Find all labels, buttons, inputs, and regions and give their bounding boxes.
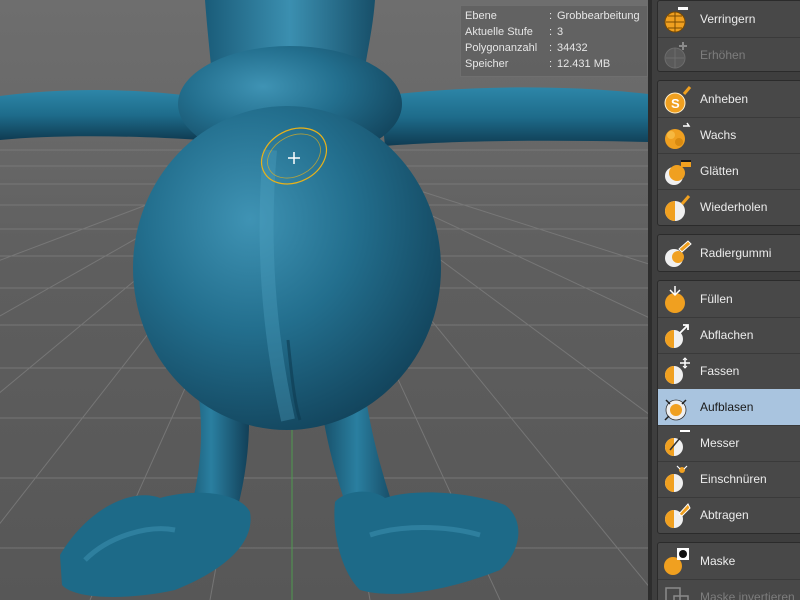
hud-separator: :	[549, 10, 553, 22]
tool-label: Maske invertieren	[700, 590, 795, 600]
tool-label: Anheben	[700, 92, 749, 106]
hud-value: 12.431 MB	[557, 58, 611, 70]
hud-value: 34432	[557, 42, 588, 54]
tool-label: Radiergummi	[700, 246, 772, 260]
sculpt-model[interactable]	[0, 0, 648, 597]
wax-brush-icon	[665, 122, 691, 149]
tool-label: Fassen	[700, 364, 740, 378]
flatten-brush-icon	[665, 324, 689, 348]
knife-brush-icon	[665, 430, 690, 456]
verringern-button[interactable]: Verringern	[658, 1, 800, 37]
radiergummi-button[interactable]: Radiergummi	[658, 235, 800, 271]
viewport-scene[interactable]	[0, 0, 648, 600]
wachs-button[interactable]: Wachs	[658, 117, 800, 153]
tool-label: Erhöhen	[700, 48, 746, 62]
hud-row-speicher: Speicher : 12.431 MB	[465, 56, 645, 72]
scrape-brush-icon	[665, 503, 691, 528]
eraser-group: Radiergummi	[657, 234, 800, 272]
maske-invertieren-button[interactable]: Maske invertieren	[658, 579, 800, 600]
fuellen-button[interactable]: Füllen	[658, 281, 800, 317]
einschnueren-button[interactable]: Einschnüren	[658, 461, 800, 497]
grab-brush-icon	[665, 357, 690, 384]
hud-key: Ebene	[465, 10, 497, 22]
hud-key: Speicher	[465, 58, 509, 70]
hud-value: Grobbearbeitung	[557, 10, 640, 22]
shape-brush-group: Füllen Abflachen Fassen Aufblasen Messer…	[657, 280, 800, 534]
tool-label: Füllen	[700, 292, 733, 306]
anheben-button[interactable]: S Anheben	[658, 81, 800, 117]
invert-mask-icon	[665, 587, 689, 600]
tool-label: Messer	[700, 436, 740, 450]
fassen-button[interactable]: Fassen	[658, 353, 800, 389]
tool-label: Verringern	[700, 12, 756, 26]
increase-subdivision-icon	[664, 42, 687, 69]
hud-separator: :	[549, 26, 553, 38]
hud-separator: :	[549, 58, 553, 70]
brush-group: S Anheben Wachs Glätten Wiederholen	[657, 80, 800, 226]
hud-key: Aktuelle Stufe	[465, 26, 533, 38]
fill-brush-icon	[665, 286, 685, 313]
tool-label: Aufblasen	[700, 400, 754, 414]
hud-row-stufe: Aktuelle Stufe : 3	[465, 24, 645, 40]
hud-separator: :	[549, 42, 553, 54]
maske-button[interactable]: Maske	[658, 543, 800, 579]
mask-group: Maske Maske invertieren	[657, 542, 800, 600]
tool-label: Wachs	[700, 128, 737, 142]
tool-label: Abtragen	[700, 508, 749, 522]
pull-brush-icon: S	[664, 86, 692, 114]
glaetten-button[interactable]: Glätten	[658, 153, 800, 189]
sculpt-tool-palette: Verringern Erhöhen S Anheben Wachs Glätt…	[648, 0, 800, 600]
tool-label: Glätten	[700, 164, 739, 178]
viewport[interactable]: Ebene : Grobbearbeitung Aktuelle Stufe :…	[0, 0, 648, 600]
wiederholen-button[interactable]: Wiederholen	[658, 189, 800, 225]
abtragen-button[interactable]: Abtragen	[658, 497, 800, 533]
hud-value: 3	[557, 26, 564, 38]
tool-label: Abflachen	[700, 328, 754, 342]
tool-label: Maske	[700, 554, 736, 568]
abflachen-button[interactable]: Abflachen	[658, 317, 800, 353]
hud-row-ebene: Ebene : Grobbearbeitung	[465, 8, 645, 24]
smooth-brush-icon	[665, 160, 691, 185]
info-overlay: Ebene : Grobbearbeitung Aktuelle Stufe :…	[460, 5, 648, 77]
pinch-brush-icon	[665, 465, 688, 492]
subdivision-group: Verringern Erhöhen	[657, 0, 800, 72]
decrease-subdivision-icon	[664, 7, 688, 33]
sculpt-editor: Ebene : Grobbearbeitung Aktuelle Stufe :…	[0, 0, 800, 600]
repeat-brush-icon	[665, 195, 691, 221]
svg-text:S: S	[671, 96, 680, 111]
messer-button[interactable]: Messer	[658, 425, 800, 461]
tool-label: Einschnüren	[700, 472, 767, 486]
hud-row-polygone: Polygonanzahl : 34432	[465, 40, 645, 56]
hud-key: Polygonanzahl	[465, 42, 538, 54]
tool-label: Wiederholen	[700, 200, 768, 214]
erhoehen-button[interactable]: Erhöhen	[658, 37, 800, 73]
inflate-brush-icon	[664, 399, 687, 421]
aufblasen-button[interactable]: Aufblasen	[658, 389, 800, 425]
mask-brush-icon	[664, 548, 689, 575]
eraser-icon	[665, 240, 692, 267]
